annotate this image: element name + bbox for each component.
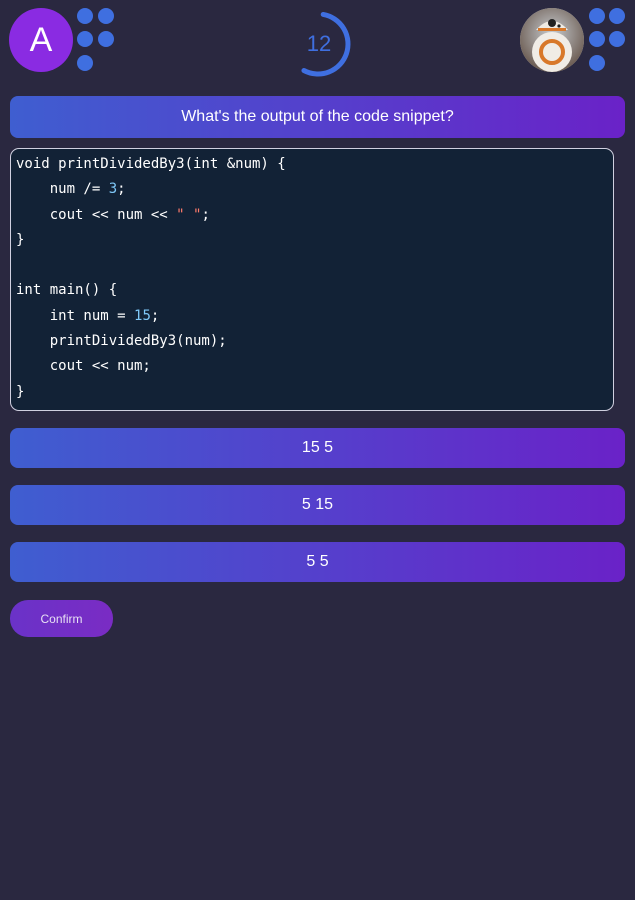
code-token: void printDividedBy3(int &num) { bbox=[16, 156, 286, 172]
code-token: cout << num; bbox=[16, 358, 151, 375]
score-dot bbox=[589, 31, 605, 47]
code-token: " " bbox=[176, 206, 202, 223]
answer-option-label: 5 5 bbox=[306, 553, 329, 570]
score-dot bbox=[77, 55, 93, 71]
code-line: } bbox=[16, 380, 613, 405]
score-dot bbox=[77, 31, 93, 47]
score-dot bbox=[609, 8, 625, 24]
player-avatar: A bbox=[9, 8, 73, 72]
confirm-button[interactable]: Confirm bbox=[10, 600, 113, 637]
score-dot bbox=[609, 31, 625, 47]
score-dot bbox=[77, 8, 93, 24]
timer-seconds: 12 bbox=[306, 31, 332, 56]
code-token: cout << num << bbox=[16, 206, 177, 223]
answer-option-label: 5 15 bbox=[301, 496, 334, 513]
code-token: } bbox=[16, 383, 25, 400]
confirm-label: Confirm bbox=[40, 611, 83, 626]
answer-option-1[interactable]: 15 5 bbox=[10, 428, 625, 468]
code-line: void printDividedBy3(int &num) { bbox=[16, 152, 613, 177]
code-line: cout << num; bbox=[16, 354, 613, 379]
code-snippet: void printDividedBy3(int &num) { num /= … bbox=[10, 148, 614, 411]
code-token: int main() { bbox=[16, 282, 118, 299]
player-initial: A bbox=[29, 20, 53, 59]
question-banner: What's the output of the code snippet? bbox=[10, 96, 625, 138]
answer-option-3[interactable]: 5 5 bbox=[10, 542, 625, 582]
code-token: ; bbox=[201, 206, 210, 223]
code-token: ; bbox=[150, 307, 160, 324]
score-dot bbox=[98, 31, 114, 47]
code-line: } bbox=[16, 228, 613, 253]
score-dot bbox=[98, 8, 114, 24]
code-token: 15 bbox=[134, 307, 151, 324]
code-line: int num = 15; bbox=[16, 304, 613, 329]
question-text: What's the output of the code snippet? bbox=[181, 108, 454, 125]
answer-option-label: 15 5 bbox=[301, 439, 334, 456]
countdown-timer: 12 bbox=[296, 8, 356, 80]
code-line: printDividedBy3(num); bbox=[16, 329, 613, 354]
code-token: printDividedBy3(num); bbox=[16, 333, 227, 350]
code-token: 3 bbox=[108, 181, 118, 198]
answer-option-2[interactable]: 5 15 bbox=[10, 485, 625, 525]
score-dot bbox=[589, 8, 605, 24]
code-line: int main() { bbox=[16, 278, 613, 303]
code-token: num /= bbox=[16, 181, 109, 198]
code-line: num /= 3; bbox=[16, 177, 613, 202]
score-dot bbox=[589, 55, 605, 71]
code-token: int num = bbox=[16, 307, 135, 324]
code-line: cout << num << " "; bbox=[16, 203, 613, 228]
robot-avatar-icon bbox=[520, 8, 584, 72]
code-token: } bbox=[16, 231, 25, 248]
code-token: ; bbox=[117, 181, 126, 198]
opponent-avatar bbox=[520, 8, 584, 72]
